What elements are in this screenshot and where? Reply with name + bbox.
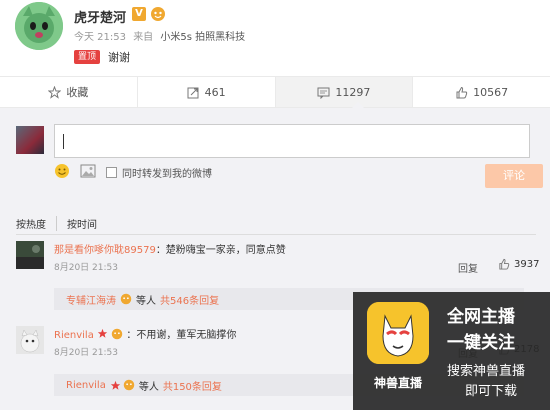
ad-headline-2: 一键关注 — [447, 333, 515, 353]
post-meta: 今天 21:53 来自 小米5s 拍照黑科技 — [74, 28, 249, 43]
sort-by-hot-tab[interactable]: 按热度 — [16, 216, 57, 231]
commenter-avatar[interactable] — [16, 326, 44, 354]
commenter-name[interactable]: Rienvila — [54, 330, 94, 341]
app-ad-banner[interactable]: 神兽直播 全网主播 一键关注 搜索神兽直播 即可下载 — [353, 292, 550, 410]
like-button[interactable]: 10567 — [413, 77, 550, 107]
sub-reply-user[interactable]: Rienvila — [66, 380, 106, 391]
comment-icon — [317, 87, 330, 99]
favorite-button[interactable]: 收藏 — [0, 77, 138, 107]
fan-badge-icon — [111, 328, 123, 340]
post-time: 今天 21:53 — [74, 32, 126, 43]
sub-reply-text: 等人 — [138, 381, 159, 393]
sort-tabs: 按热度 按时间 — [16, 216, 117, 231]
pinned-badge: 置顶 — [74, 50, 101, 64]
comment-count: 11297 — [335, 85, 371, 99]
comment-time: 8月20日 21:53 — [54, 263, 118, 273]
comment-text: ：不用谢，董军无脑撑你 — [126, 330, 237, 341]
comment-time: 8月20日 21:53 — [54, 348, 118, 358]
app-name: 神兽直播 — [373, 376, 422, 390]
verified-badge: V — [132, 7, 146, 21]
weibo-post: 虎牙楚河 V 今天 21:53 来自 小米5s 拍照黑科技 置顶 谢谢 — [0, 0, 550, 76]
fan-badge-icon — [123, 379, 135, 391]
comment-like-count: 3937 — [514, 258, 540, 270]
my-avatar[interactable] — [16, 126, 44, 154]
post-source-prefix: 来自 — [133, 32, 154, 43]
repost-icon — [187, 87, 199, 98]
user-avatar[interactable] — [15, 2, 63, 50]
post-device[interactable]: 小米5s 拍照黑科技 — [160, 32, 245, 43]
submit-comment-button[interactable]: 评论 — [485, 164, 543, 188]
comment-body: 那是看你嗲你耽89579：楚粉嗨宝一家亲，同意点赞 — [54, 241, 286, 256]
post-content-row: 置顶 谢谢 — [74, 49, 130, 65]
repost-count: 461 — [204, 85, 226, 99]
sub-reply-more[interactable]: 共150条回复 — [163, 378, 222, 393]
image-icon[interactable] — [80, 164, 96, 181]
commenter-avatar[interactable] — [16, 241, 44, 269]
fan-badge-icon — [120, 293, 132, 305]
ad-download-hint: 即可下载 — [465, 384, 518, 399]
comment-like-button[interactable]: 3937 — [498, 258, 539, 270]
thumbs-up-icon — [456, 86, 468, 98]
star-icon — [48, 85, 62, 99]
ad-search-hint: 搜索神兽直播 — [447, 364, 526, 379]
favorite-label: 收藏 — [66, 86, 89, 99]
sub-reply-text: 等人 — [136, 295, 156, 307]
comment-input[interactable] — [54, 124, 530, 158]
thumbs-up-icon — [499, 258, 510, 270]
star-badge-icon — [97, 328, 108, 338]
comment-text: ：楚粉嗨宝一家亲，同意点赞 — [155, 245, 286, 256]
reply-button[interactable]: 回复 — [458, 260, 478, 275]
post-action-bar: 收藏 461 11297 10567 — [0, 76, 550, 108]
post-content: 谢谢 — [108, 51, 131, 64]
like-count: 10567 — [473, 85, 509, 99]
text-cursor — [63, 134, 64, 149]
compose-toolbar: 同时转发到我的微博 — [54, 163, 212, 182]
ad-headline-1: 全网主播 — [447, 307, 515, 327]
commenter-name[interactable]: 那是看你嗲你耽89579 — [54, 245, 156, 256]
repost-checkbox-label[interactable]: 同时转发到我的微博 — [122, 165, 212, 180]
app-logo[interactable] — [367, 302, 429, 364]
comment-button[interactable]: 11297 — [275, 77, 414, 107]
star-badge-icon — [110, 380, 120, 390]
divider — [16, 234, 536, 235]
fan-badge-icon — [150, 6, 166, 22]
sort-by-time-tab[interactable]: 按时间 — [67, 216, 107, 231]
panel-pointer — [352, 102, 364, 108]
repost-button[interactable]: 461 — [138, 77, 276, 107]
comment-body: Rienvila ：不用谢，董军无脑撑你 — [54, 326, 236, 341]
emoji-icon[interactable] — [54, 163, 70, 182]
sub-reply-more[interactable]: 共546条回复 — [160, 292, 219, 307]
sub-reply-user[interactable]: 专辅江海涛 — [66, 292, 116, 307]
repost-checkbox[interactable] — [106, 167, 117, 178]
post-username[interactable]: 虎牙楚河 — [74, 7, 126, 26]
